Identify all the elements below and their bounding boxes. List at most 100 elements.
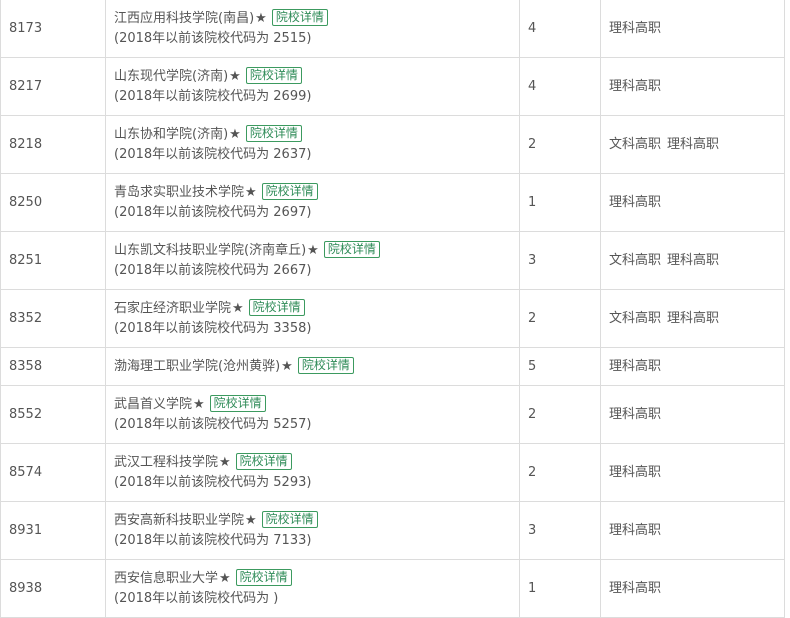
old-school-code-note: (2018年以前该院校代码为 2637) [114, 146, 312, 162]
school-detail-link[interactable]: 院校详情 [323, 240, 380, 258]
category-cell: 文科高职 理科高职 [600, 289, 785, 348]
count-cell: 5 [519, 347, 601, 386]
old-school-code-note: (2018年以前该院校代码为 2515) [114, 30, 312, 46]
school-name: 山东凯文科技职业学院(济南章丘) [114, 242, 307, 258]
table-row: 8173 江西应用科技学院(南昌)★ 院校详情 (2018年以前该院校代码为 25… [0, 0, 785, 58]
category-label: 理科高职 [667, 310, 720, 326]
school-code-cell: 8352 [0, 289, 106, 348]
school-name: 山东协和学院(济南) [114, 126, 229, 142]
school-name-cell: 江西应用科技学院(南昌)★ 院校详情 (2018年以前该院校代码为 2515) [105, 0, 520, 58]
table-row: 8574 武汉工程科技学院★ 院校详情 (2018年以前该院校代码为 5293) … [0, 443, 785, 502]
school-table-body: 8173 江西应用科技学院(南昌)★ 院校详情 (2018年以前该院校代码为 25… [0, 0, 785, 618]
count-cell: 1 [519, 173, 601, 232]
category-label: 文科高职 [609, 252, 662, 268]
school-code-cell: 8250 [0, 173, 106, 232]
school-name-cell: 渤海理工职业学院(沧州黄骅)★ 院校详情 [105, 347, 520, 386]
star-icon: ★ [245, 184, 257, 200]
count-cell: 2 [519, 115, 601, 174]
star-icon: ★ [281, 358, 293, 374]
category-cell: 理科高职 [600, 173, 785, 232]
count-cell: 1 [519, 559, 601, 618]
category-label: 文科高职 [609, 310, 662, 326]
category-cell: 文科高职 理科高职 [600, 231, 785, 290]
old-school-code-note: (2018年以前该院校代码为 2699) [114, 88, 312, 104]
school-detail-link[interactable]: 院校详情 [271, 8, 328, 26]
old-school-code-note: (2018年以前该院校代码为 ) [114, 590, 279, 606]
school-name-cell: 山东现代学院(济南)★ 院校详情 (2018年以前该院校代码为 2699) [105, 57, 520, 116]
old-school-code-note: (2018年以前该院校代码为 2697) [114, 204, 312, 220]
star-icon: ★ [307, 242, 319, 258]
star-icon: ★ [193, 396, 205, 412]
school-name-cell: 武昌首义学院★ 院校详情 (2018年以前该院校代码为 5257) [105, 385, 520, 444]
school-detail-link[interactable]: 院校详情 [297, 356, 354, 374]
school-name-line: 武昌首义学院★ 院校详情 [114, 394, 519, 415]
school-detail-link[interactable]: 院校详情 [261, 182, 318, 200]
table-row: 8218 山东协和学院(济南)★ 院校详情 (2018年以前该院校代码为 2637… [0, 115, 785, 174]
category-label: 理科高职 [609, 522, 662, 538]
school-name: 江西应用科技学院(南昌) [114, 10, 255, 26]
category-cell: 理科高职 [600, 347, 785, 386]
star-icon: ★ [229, 126, 241, 142]
category-label: 理科高职 [609, 78, 662, 94]
star-icon: ★ [232, 300, 244, 316]
school-code-cell: 8931 [0, 501, 106, 560]
school-detail-link[interactable]: 院校详情 [261, 510, 318, 528]
school-name: 山东现代学院(济南) [114, 68, 229, 84]
count-cell: 3 [519, 231, 601, 290]
school-name: 石家庄经济职业学院 [114, 300, 232, 316]
school-name-cell: 武汉工程科技学院★ 院校详情 (2018年以前该院校代码为 5293) [105, 443, 520, 502]
school-name: 渤海理工职业学院(沧州黄骅) [114, 358, 281, 374]
school-code-cell: 8358 [0, 347, 106, 386]
old-school-code-note: (2018年以前该院校代码为 3358) [114, 320, 312, 336]
school-name-line: 青岛求实职业技术学院★ 院校详情 [114, 182, 519, 203]
school-code-cell: 8173 [0, 0, 106, 58]
school-code-cell: 8552 [0, 385, 106, 444]
school-detail-link[interactable]: 院校详情 [245, 66, 302, 84]
school-name: 武汉工程科技学院 [114, 454, 219, 470]
school-detail-link[interactable]: 院校详情 [235, 568, 292, 586]
category-cell: 理科高职 [600, 385, 785, 444]
school-name-cell: 西安信息职业大学★ 院校详情 (2018年以前该院校代码为 ) [105, 559, 520, 618]
school-detail-link[interactable]: 院校详情 [245, 124, 302, 142]
old-school-code-note: (2018年以前该院校代码为 2667) [114, 262, 312, 278]
table-row: 8250 青岛求实职业技术学院★ 院校详情 (2018年以前该院校代码为 2697… [0, 173, 785, 232]
star-icon: ★ [219, 454, 231, 470]
category-label: 理科高职 [609, 406, 662, 422]
school-code-cell: 8217 [0, 57, 106, 116]
school-name: 西安信息职业大学 [114, 570, 219, 586]
count-cell: 2 [519, 385, 601, 444]
school-name: 青岛求实职业技术学院 [114, 184, 245, 200]
school-detail-link[interactable]: 院校详情 [235, 452, 292, 470]
school-detail-link[interactable]: 院校详情 [209, 394, 266, 412]
school-name-cell: 青岛求实职业技术学院★ 院校详情 (2018年以前该院校代码为 2697) [105, 173, 520, 232]
category-cell: 文科高职 理科高职 [600, 115, 785, 174]
table-row: 8938 西安信息职业大学★ 院校详情 (2018年以前该院校代码为 ) 1 理科… [0, 559, 785, 618]
school-name-line: 江西应用科技学院(南昌)★ 院校详情 [114, 8, 519, 29]
category-label: 理科高职 [609, 464, 662, 480]
count-cell: 3 [519, 501, 601, 560]
table-row: 8217 山东现代学院(济南)★ 院校详情 (2018年以前该院校代码为 2699… [0, 57, 785, 116]
old-school-code-note: (2018年以前该院校代码为 5293) [114, 474, 312, 490]
count-cell: 2 [519, 443, 601, 502]
star-icon: ★ [255, 10, 267, 26]
table-row: 8358 渤海理工职业学院(沧州黄骅)★ 院校详情 5 理科高职 [0, 347, 785, 386]
star-icon: ★ [229, 68, 241, 84]
school-name-line: 渤海理工职业学院(沧州黄骅)★ 院校详情 [114, 356, 519, 377]
count-cell: 4 [519, 0, 601, 58]
category-label: 理科高职 [667, 252, 720, 268]
school-table: 8173 江西应用科技学院(南昌)★ 院校详情 (2018年以前该院校代码为 25… [0, 0, 785, 618]
category-cell: 理科高职 [600, 443, 785, 502]
star-icon: ★ [245, 512, 257, 528]
old-school-code-note: (2018年以前该院校代码为 5257) [114, 416, 312, 432]
school-code-cell: 8938 [0, 559, 106, 618]
school-detail-link[interactable]: 院校详情 [248, 298, 305, 316]
school-name-line: 武汉工程科技学院★ 院校详情 [114, 452, 519, 473]
table-row: 8352 石家庄经济职业学院★ 院校详情 (2018年以前该院校代码为 3358)… [0, 289, 785, 348]
school-code-cell: 8218 [0, 115, 106, 174]
table-row: 8931 西安高新科技职业学院★ 院校详情 (2018年以前该院校代码为 7133… [0, 501, 785, 560]
category-cell: 理科高职 [600, 0, 785, 58]
school-name-line: 山东现代学院(济南)★ 院校详情 [114, 66, 519, 87]
category-label: 理科高职 [667, 136, 720, 152]
school-name-cell: 山东协和学院(济南)★ 院校详情 (2018年以前该院校代码为 2637) [105, 115, 520, 174]
school-name-cell: 石家庄经济职业学院★ 院校详情 (2018年以前该院校代码为 3358) [105, 289, 520, 348]
